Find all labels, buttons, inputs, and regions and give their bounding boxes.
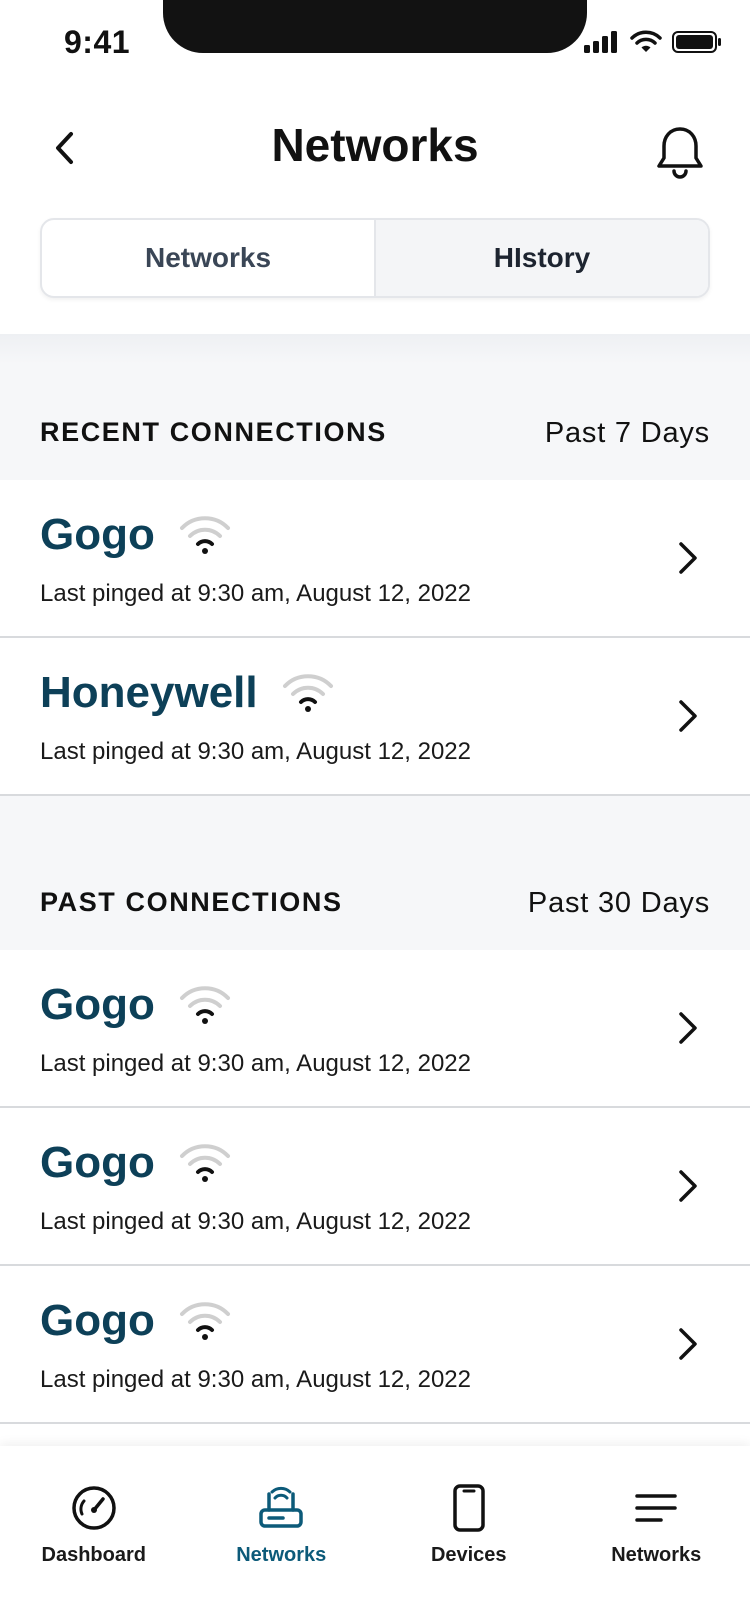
wifi-status-icon xyxy=(630,30,662,52)
connection-name-line: Gogo xyxy=(40,510,231,560)
wifi-signal-icon xyxy=(179,986,230,1024)
segment-networks[interactable]: Networks xyxy=(42,220,374,296)
connection-name-line: Gogo xyxy=(40,1138,231,1188)
last-pinged-text: Last pinged at 9:30 am, August 12, 2022 xyxy=(40,1050,471,1077)
tab-icon-wrap xyxy=(255,1482,307,1534)
chevron-right-icon xyxy=(679,542,697,574)
status-bar: 9:41 xyxy=(0,0,750,88)
chevron-right-icon xyxy=(679,1012,697,1044)
battery-icon xyxy=(672,31,721,53)
wifi-signal-icon xyxy=(282,674,333,712)
speedometer-icon xyxy=(72,1486,116,1530)
connection-name-line: Honeywell xyxy=(40,668,334,718)
tab-icon-wrap xyxy=(630,1482,682,1534)
phone-icon xyxy=(453,1484,485,1532)
view-segmented-control: Networks HIstory xyxy=(40,218,710,298)
tab-label: Networks xyxy=(236,1544,327,1566)
recent-connections-header: RECENT CONNECTIONS Past 7 Days xyxy=(0,334,750,480)
chevron-right-icon xyxy=(679,1170,697,1202)
last-pinged-text: Last pinged at 9:30 am, August 12, 2022 xyxy=(40,580,471,607)
device-notch xyxy=(163,0,587,53)
section-title: RECENT CONNECTIONS xyxy=(40,417,387,447)
wifi-signal-icon xyxy=(179,516,230,554)
network-name: Gogo xyxy=(40,980,155,1029)
connection-name-line: Gogo xyxy=(40,980,231,1030)
last-pinged-text: Last pinged at 9:30 am, August 12, 2022 xyxy=(40,1208,471,1235)
tab-devices[interactable]: Devices xyxy=(375,1446,563,1624)
wifi-signal-icon xyxy=(179,1144,230,1182)
tab-networks[interactable]: Networks xyxy=(188,1446,376,1624)
chevron-right-icon xyxy=(679,700,697,732)
status-icons xyxy=(584,30,722,54)
tab-menu[interactable]: Networks xyxy=(563,1446,750,1624)
section-title: PAST CONNECTIONS xyxy=(40,887,343,917)
page-title: Networks xyxy=(271,119,479,171)
network-name: Gogo xyxy=(40,1138,155,1187)
connection-row[interactable]: Gogo Last pinged at 9:30 am, August 12, … xyxy=(0,950,750,1108)
tab-label: Dashboard xyxy=(41,1544,146,1566)
cellular-signal-icon xyxy=(584,31,617,53)
tab-dashboard[interactable]: Dashboard xyxy=(0,1446,188,1624)
network-name: Gogo xyxy=(40,1296,155,1345)
bell-icon xyxy=(657,127,703,179)
bottom-tab-bar: Dashboard Networks Devices Networks xyxy=(0,1446,750,1624)
tab-label: Networks xyxy=(611,1544,702,1566)
tab-icon-wrap xyxy=(443,1482,495,1534)
tab-icon-wrap xyxy=(68,1482,120,1534)
connection-row[interactable]: Honeywell Last pinged at 9:30 am, August… xyxy=(0,638,750,796)
chevron-right-icon xyxy=(679,1328,697,1360)
menu-icon xyxy=(635,1494,677,1522)
tab-label: Devices xyxy=(430,1544,507,1566)
section-range: Past 7 Days xyxy=(544,417,710,449)
status-time: 9:41 xyxy=(64,24,131,60)
last-pinged-text: Last pinged at 9:30 am, August 12, 2022 xyxy=(40,738,471,765)
connection-row[interactable]: Gogo Last pinged at 9:30 am, August 12, … xyxy=(0,1266,750,1424)
connection-row[interactable]: Gogo Last pinged at 9:30 am, August 12, … xyxy=(0,480,750,638)
past-connections-header: PAST CONNECTIONS Past 30 Days xyxy=(0,796,750,950)
wifi-signal-icon xyxy=(179,1302,230,1340)
connection-name-line: Gogo xyxy=(40,1296,231,1346)
network-name: Gogo xyxy=(40,510,155,559)
network-name: Honeywell xyxy=(40,668,258,717)
segment-history[interactable]: HIstory xyxy=(374,220,708,296)
last-pinged-text: Last pinged at 9:30 am, August 12, 2022 xyxy=(40,1366,471,1393)
connection-row[interactable]: Gogo Last pinged at 9:30 am, August 12, … xyxy=(0,1108,750,1266)
section-range: Past 30 Days xyxy=(527,887,710,919)
router-icon xyxy=(259,1486,303,1528)
page-header: Networks xyxy=(0,88,750,198)
notifications-button[interactable] xyxy=(654,124,706,180)
